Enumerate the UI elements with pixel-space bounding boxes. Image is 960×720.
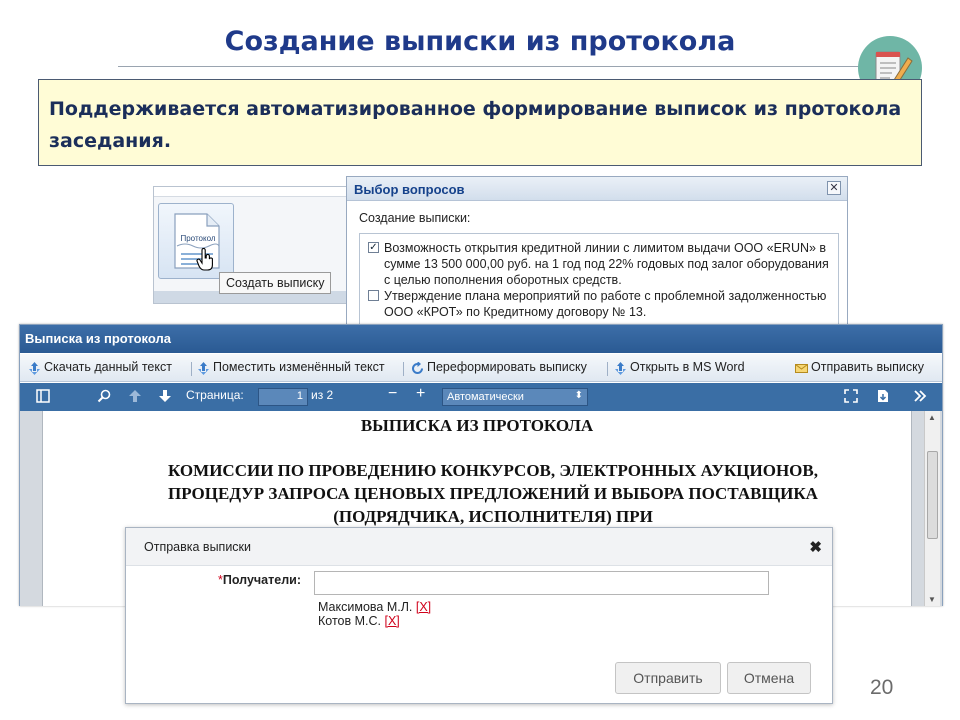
create-extract-tooltip[interactable]: Создать выписку — [219, 272, 332, 294]
zoom-select-value: Автоматически — [447, 391, 524, 403]
envelope-icon — [795, 364, 808, 373]
recipients-label-text: Получатели: — [222, 573, 301, 587]
scroll-up-icon[interactable]: ▲ — [928, 413, 936, 422]
extract-window-title: Выписка из протокола — [25, 331, 171, 346]
toolbar-separator — [191, 362, 192, 376]
arrows-icon — [29, 362, 40, 375]
fullscreen-icon[interactable] — [844, 389, 858, 403]
refresh-icon — [412, 362, 423, 374]
send-extract-button[interactable]: Отправить выписку — [795, 360, 924, 378]
close-icon[interactable]: ✕ — [827, 181, 841, 195]
scroll-thumb[interactable] — [927, 451, 938, 539]
reformat-label: Переформировать выписку — [427, 360, 587, 374]
page-number-input[interactable]: 1 — [258, 388, 308, 406]
page-label: Страница: — [186, 388, 244, 402]
extract-toolbar: Скачать данный текст Поместить изменённы… — [20, 354, 942, 382]
page-number: 20 — [870, 676, 894, 699]
vertical-scrollbar[interactable]: ▲ ▼ — [924, 411, 940, 606]
recipients-input[interactable] — [314, 571, 769, 595]
recipient-name: Котов М.С. — [318, 614, 381, 628]
toolbar-separator — [607, 362, 608, 376]
document-subheading: КОМИССИИ ПО ПРОВЕДЕНИЮ КОНКУРСОВ, ЭЛЕКТР… — [168, 461, 818, 526]
place-text-label: Поместить изменённый текст — [213, 360, 385, 374]
document-heading: ВЫПИСКА ИЗ ПРОТОКОЛА — [360, 416, 594, 435]
question-item[interactable]: Утверждение плана мероприятий по работе … — [368, 288, 830, 320]
questions-dialog: Выбор вопросов ✕ Создание выписки: ✓ Воз… — [346, 176, 848, 329]
panel-top-strip — [154, 187, 352, 197]
send-extract-dialog: Отправка выписки ✖ *Получатели: Максимов… — [125, 527, 833, 704]
zoom-out-icon[interactable]: − — [388, 385, 397, 403]
arrow-up-icon[interactable] — [128, 389, 142, 403]
recipient-item: Котов М.С. [X] — [318, 614, 400, 628]
arrows-icon — [615, 362, 626, 375]
question-text: Утверждение плана мероприятий по работе … — [384, 289, 827, 319]
hand-cursor-icon — [196, 248, 213, 271]
zoom-select[interactable]: Автоматически ⬍ — [442, 388, 588, 406]
recipient-item: Максимова М.Л. [X] — [318, 600, 431, 614]
download-icon[interactable] — [876, 389, 890, 403]
zoom-in-icon[interactable]: + — [416, 385, 425, 403]
recipient-name: Максимова М.Л. — [318, 600, 413, 614]
question-item[interactable]: ✓ Возможность открытия кредитной линии с… — [368, 240, 830, 288]
search-icon[interactable] — [97, 389, 111, 403]
questions-list: ✓ Возможность открытия кредитной линии с… — [359, 233, 839, 329]
close-icon[interactable]: ✖ — [809, 538, 822, 556]
send-dialog-title: Отправка выписки — [144, 540, 252, 554]
open-word-label: Открыть в MS Word — [630, 360, 745, 374]
cancel-button[interactable]: Отмена — [727, 662, 811, 694]
questions-subtitle: Создание выписки: — [359, 211, 471, 225]
title-divider — [118, 66, 863, 67]
extract-window-header: Выписка из протокола — [20, 325, 942, 353]
toolbar-separator — [403, 362, 404, 376]
download-text-label: Скачать данный текст — [44, 360, 172, 374]
question-text: Возможность открытия кредитной линии с л… — [384, 241, 829, 287]
checkbox-unchecked[interactable] — [368, 290, 379, 301]
page-count: из 2 — [311, 388, 334, 402]
open-word-button[interactable]: Открыть в MS Word — [614, 360, 745, 378]
questions-dialog-title: Выбор вопросов — [354, 182, 465, 197]
send-dialog-header: Отправка выписки ✖ — [126, 528, 832, 566]
scroll-down-icon[interactable]: ▼ — [928, 595, 936, 604]
recipients-label: *Получатели: — [218, 573, 301, 587]
slide-title: Создание выписки из протокола — [224, 26, 736, 57]
checkbox-checked[interactable]: ✓ — [368, 242, 379, 253]
send-button[interactable]: Отправить — [615, 662, 721, 694]
place-text-button[interactable]: Поместить изменённый текст — [197, 360, 385, 378]
double-chevron-right-icon[interactable] — [913, 389, 927, 403]
download-text-button[interactable]: Скачать данный текст — [28, 360, 172, 378]
arrows-icon — [198, 362, 209, 375]
pdf-viewer-toolbar: Страница: 1 из 2 − + Автоматически ⬍ — [20, 383, 942, 411]
remove-recipient-link[interactable]: [X] — [416, 600, 431, 614]
sidebar-toggle-icon[interactable] — [36, 389, 50, 403]
protocol-button-label: Протокол — [180, 234, 216, 243]
reformat-button[interactable]: Переформировать выписку — [411, 360, 587, 378]
chevron-down-icon: ⬍ — [574, 390, 583, 401]
arrow-down-icon[interactable] — [158, 389, 172, 403]
send-extract-label: Отправить выписку — [811, 360, 924, 374]
questions-dialog-header: Выбор вопросов ✕ — [347, 177, 847, 201]
info-text: Поддерживается автоматизированное формир… — [49, 98, 902, 152]
remove-recipient-link[interactable]: [X] — [384, 614, 399, 628]
info-box: Поддерживается автоматизированное формир… — [38, 79, 922, 166]
